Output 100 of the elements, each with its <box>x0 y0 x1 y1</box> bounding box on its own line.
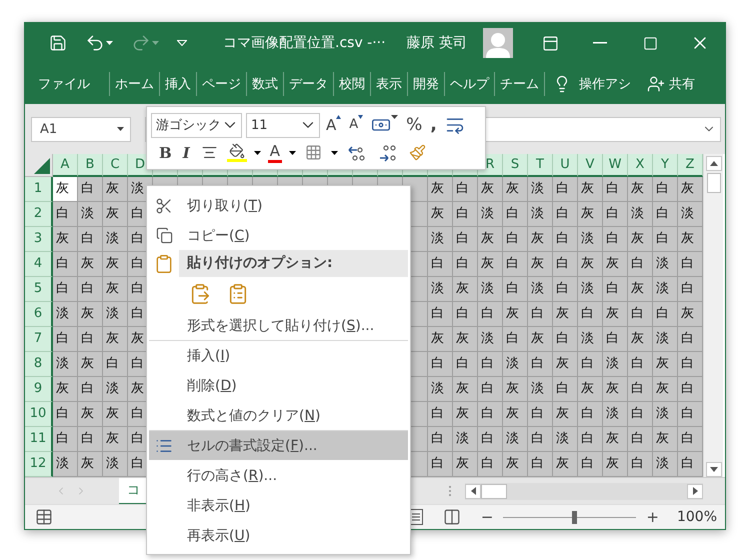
table-cell: 白 <box>603 327 628 352</box>
table-cell: 灰 <box>503 302 528 328</box>
ribbon-tab[interactable]: チーム <box>494 72 544 96</box>
table-cell: 灰 <box>603 452 628 478</box>
table-cell: 白 <box>478 352 503 378</box>
table-cell: 灰 <box>453 327 478 352</box>
table-cell: 灰 <box>653 352 678 378</box>
italic-button[interactable]: I <box>180 142 192 162</box>
grow-font-button[interactable]: A <box>324 115 344 135</box>
table-cell: 白 <box>603 202 628 228</box>
table-cell: 白 <box>553 177 578 202</box>
left-arrow-icon <box>470 487 476 496</box>
ribbon-tab[interactable]: ヘルプ <box>444 72 494 96</box>
tell-me-button[interactable]: 操作アシ <box>544 72 639 96</box>
table-cell: 灰 <box>603 302 628 328</box>
table-cell: 白 <box>653 202 678 228</box>
zoom-level[interactable]: 100% <box>676 509 717 526</box>
column-header: W <box>603 154 628 178</box>
bold-button[interactable]: B <box>157 142 174 162</box>
scroll-left-button[interactable] <box>465 484 481 499</box>
table-cell: 灰 <box>78 252 103 278</box>
horizontal-scrollbar[interactable] <box>465 482 703 500</box>
column-header: Y <box>653 154 678 178</box>
percent-button[interactable]: % <box>404 115 424 135</box>
table-cell: 灰 <box>78 352 103 378</box>
table-cell: 灰 <box>103 177 128 202</box>
table-cell: 白 <box>478 377 503 402</box>
ribbon-tab[interactable]: ファイル <box>33 72 95 96</box>
table-cell: 淡 <box>53 452 78 478</box>
ribbon-tab[interactable]: 表示 <box>370 72 407 96</box>
table-cell: 白 <box>678 427 703 452</box>
scroll-right-button[interactable] <box>687 484 703 499</box>
table-cell: 灰 <box>478 227 503 252</box>
table-cell: 白 <box>453 302 478 328</box>
scroll-thumb[interactable] <box>706 173 720 194</box>
zoom-thumb[interactable] <box>572 510 577 524</box>
table-cell: 灰 <box>553 452 578 478</box>
table-cell: 灰 <box>78 302 103 328</box>
table-cell: 白 <box>678 377 703 402</box>
ribbon-tab[interactable]: データ <box>283 72 333 96</box>
menu-item[interactable]: 再表示(U) <box>149 520 408 550</box>
table-cell: 白 <box>78 227 103 252</box>
table-cell: 淡 <box>528 202 553 228</box>
table-cell: 灰 <box>78 452 103 478</box>
shrink-font-button[interactable]: A <box>347 115 366 135</box>
fill-color-button[interactable] <box>226 143 247 162</box>
macro-record-icon <box>35 508 53 526</box>
menu-item[interactable]: 挿入(I) <box>149 340 408 370</box>
table-cell: 白 <box>428 402 453 428</box>
scroll-down-button[interactable] <box>706 462 722 478</box>
table-cell: 白 <box>78 377 103 402</box>
select-all-corner[interactable] <box>25 154 53 178</box>
caret-icon <box>117 127 124 132</box>
customize-button[interactable] <box>175 38 189 48</box>
comma-button[interactable]: , <box>428 115 439 135</box>
maximize-icon <box>642 36 658 50</box>
ribbon-tab[interactable]: ページ <box>196 72 246 96</box>
table-cell: 淡 <box>653 277 678 302</box>
ribbon-tab[interactable]: 数式 <box>246 72 283 96</box>
page-break-button[interactable] <box>442 508 461 526</box>
scroll-up-button[interactable] <box>706 156 722 172</box>
row-header: 8 <box>25 352 53 378</box>
table-cell: 白 <box>628 252 653 278</box>
table-cell: 白 <box>103 352 128 378</box>
font-name-field[interactable]: 游ゴシック <box>151 112 242 138</box>
ribbon-tab[interactable]: ホーム <box>109 72 159 96</box>
scissors-icon <box>155 196 173 214</box>
table-cell: 白 <box>653 302 678 328</box>
table-cell: 灰 <box>103 252 128 278</box>
table-cell: 白 <box>628 302 653 328</box>
active-cell: 灰 <box>53 177 78 202</box>
border-icon <box>304 144 322 161</box>
table-cell: 淡 <box>528 277 553 302</box>
ribbon-tab[interactable]: 校閲 <box>333 72 370 96</box>
table-cell: 白 <box>553 377 578 402</box>
ribbon-tab[interactable]: 開発 <box>407 72 444 96</box>
table-cell: 灰 <box>553 402 578 428</box>
row-header: 9 <box>25 377 53 402</box>
share-button[interactable]: 共有 <box>639 72 703 96</box>
table-cell: 灰 <box>678 227 703 252</box>
ribbon-options-icon <box>542 34 558 52</box>
ribbon-tab[interactable]: 挿入 <box>159 72 196 96</box>
zoom-out-button[interactable]: − <box>480 508 494 526</box>
font-size-field[interactable]: 11 <box>246 112 320 138</box>
table-cell: 灰 <box>603 377 628 402</box>
vertical-scrollbar[interactable] <box>703 154 723 478</box>
scroll-thumb[interactable] <box>481 484 507 499</box>
name-box[interactable]: A1 <box>31 116 131 142</box>
table-cell: 灰 <box>53 377 78 402</box>
zoom-in-button[interactable]: + <box>646 508 659 526</box>
font-color-button[interactable]: A <box>268 142 282 162</box>
minimize-icon <box>593 42 607 44</box>
table-cell: 灰 <box>578 252 603 278</box>
up-arrow-icon <box>710 161 718 166</box>
table-cell: 灰 <box>453 277 478 302</box>
table-cell: 白 <box>78 327 103 352</box>
table-cell: 淡 <box>653 327 678 352</box>
table-cell: 白 <box>553 327 578 352</box>
table-cell: 白 <box>628 452 653 478</box>
menu-item[interactable]: セルの書式設定(F)... <box>149 430 408 460</box>
